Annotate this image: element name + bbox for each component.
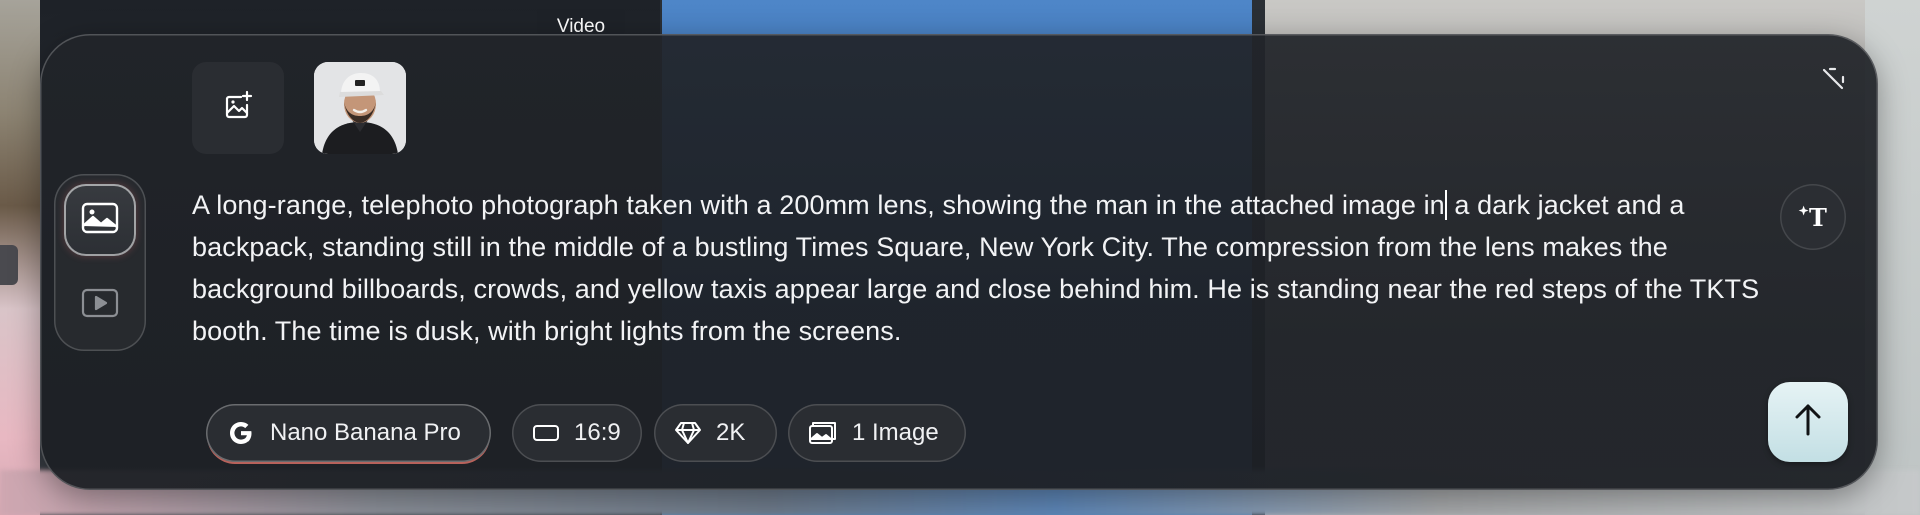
attached-image-thumbnail[interactable] — [314, 62, 406, 154]
arrow-up-icon — [1791, 402, 1825, 443]
video-mode-button[interactable] — [64, 269, 136, 341]
image-icon — [80, 201, 120, 240]
send-button[interactable] — [1768, 382, 1848, 462]
model-selector[interactable]: Nano Banana Pro — [206, 404, 491, 462]
model-label: Nano Banana Pro — [270, 419, 461, 446]
svg-text:T: T — [1809, 203, 1827, 230]
image-add-icon — [221, 89, 255, 128]
image-count-label: 1 Image — [852, 419, 939, 446]
video-label: Video — [537, 7, 625, 37]
text-sparkle-icon: T — [1797, 200, 1829, 235]
image-count-selector[interactable]: 1 Image — [788, 404, 966, 462]
image-mode-button[interactable] — [64, 184, 136, 256]
left-edge-tab[interactable] — [0, 245, 18, 285]
quality-selector[interactable]: 2K — [654, 404, 777, 462]
person-photo — [314, 62, 406, 154]
aspect-ratio-selector[interactable]: 16:9 — [512, 404, 642, 462]
diamond-icon — [674, 420, 702, 446]
rectangle-icon — [532, 423, 560, 443]
mode-toggle — [54, 174, 146, 351]
collapse-button[interactable] — [1816, 64, 1850, 98]
video-play-icon — [80, 287, 120, 324]
prompt-composer: A long-range, telephoto photograph taken… — [40, 34, 1878, 490]
prompt-text-before-caret: A long-range, telephoto photograph taken… — [192, 190, 1445, 220]
google-g-icon — [226, 418, 256, 448]
quality-label: 2K — [716, 419, 746, 446]
prompt-input[interactable]: A long-range, telephoto photograph taken… — [192, 184, 1812, 352]
collapse-icon — [1820, 66, 1846, 97]
text-style-button[interactable]: T — [1780, 184, 1846, 250]
images-icon — [808, 420, 838, 446]
add-image-button[interactable] — [192, 62, 284, 154]
aspect-ratio-label: 16:9 — [574, 419, 621, 446]
